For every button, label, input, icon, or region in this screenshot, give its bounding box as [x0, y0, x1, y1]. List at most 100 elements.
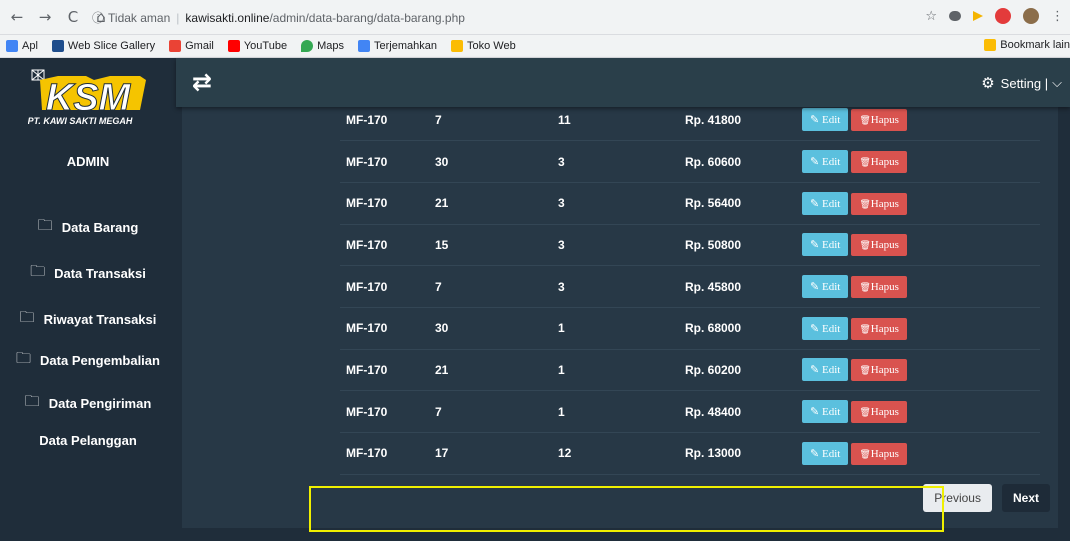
sidebar-item-label: Data Pengembalian — [40, 353, 160, 368]
edit-icon: ✎ — [810, 239, 820, 252]
trash-icon: 🗑 — [859, 115, 871, 126]
cell-value-b: 3 — [558, 140, 685, 183]
adblock-icon[interactable] — [995, 8, 1011, 24]
sidebar-item-data-pengiriman[interactable]: 🗀 Data Pengiriman — [0, 391, 176, 416]
cell-value-a: 30 — [435, 140, 558, 183]
delete-button[interactable]: 🗑Hapus — [851, 276, 907, 299]
security-label: Tidak aman — [108, 10, 171, 25]
bookmark-label: Bookmark lain — [1000, 39, 1070, 51]
delete-button[interactable]: 🗑Hapus — [851, 442, 907, 465]
logo-subtitle: PT. KAWI SAKTI MEGAH — [28, 116, 133, 126]
edit-button[interactable]: ✎ Edit — [802, 233, 849, 257]
edit-icon: ✎ — [810, 197, 820, 210]
delete-button[interactable]: 🗑Hapus — [851, 317, 907, 340]
delete-button[interactable]: 🗑Hapus — [851, 192, 907, 215]
cloud-extension-icon[interactable] — [949, 11, 961, 21]
sidebar-item-riwayat-transaksi[interactable]: 🗀 Riwayat Transaksi — [0, 307, 176, 332]
bookmark-apps[interactable]: Apl — [6, 40, 38, 52]
trash-icon: 🗑 — [859, 240, 871, 251]
logo-text: KSM — [46, 77, 132, 119]
edit-button[interactable]: ✎ Edit — [802, 316, 849, 340]
cell-value-a: 30 — [435, 307, 558, 350]
edit-label: Edit — [821, 364, 841, 377]
bookmark-youtube[interactable]: YouTube — [227, 40, 288, 52]
user-role: ADMIN — [66, 154, 110, 169]
delete-label: Hapus — [870, 156, 899, 169]
url-host: kawisakti.online — [185, 10, 270, 25]
apps-icon — [6, 40, 18, 52]
menu-icon[interactable]: ⋮ — [1051, 9, 1064, 24]
trash-icon: 🗑 — [859, 365, 871, 376]
bookmark-label: Web Slice Gallery — [67, 40, 156, 52]
cell-value-a: 7 — [435, 265, 558, 308]
next-button[interactable]: Next — [1001, 484, 1050, 512]
edit-icon: ✎ — [810, 322, 820, 335]
cell-price: Rp. 56400 — [685, 182, 802, 225]
back-icon[interactable]: ← — [6, 8, 28, 26]
bookmark-label: YouTube — [243, 40, 288, 52]
sidebar-item-data-pelanggan[interactable]: Data Pelanggan — [0, 433, 176, 448]
bookmark-web-slice[interactable]: Web Slice Gallery — [51, 40, 156, 52]
edit-button[interactable]: ✎ Edit — [802, 108, 849, 132]
edit-icon: ✎ — [810, 447, 820, 460]
edit-label: Edit — [821, 281, 841, 294]
trash-icon: 🗑 — [859, 157, 871, 168]
delete-label: Hapus — [870, 322, 899, 335]
bookmark-label: Gmail — [185, 40, 214, 52]
bookmark-label: Apl — [22, 40, 38, 52]
table-row: MF-170 30 1 Rp. 68000 ✎ Edit 🗑Hapus — [340, 307, 1040, 350]
edit-button[interactable]: ✎ Edit — [802, 275, 849, 299]
sidebar-item-data-transaksi[interactable]: 🗀 Data Transaksi — [0, 261, 176, 286]
delete-button[interactable]: 🗑Hapus — [851, 151, 907, 174]
star-icon[interactable]: ☆ — [925, 9, 937, 24]
cell-value-b: 3 — [558, 224, 685, 267]
setting-dropdown[interactable]: ⚙ Setting | ⌵ — [981, 74, 1062, 92]
folder-icon: 🗀 — [37, 216, 53, 234]
profile-avatar-icon[interactable] — [1023, 8, 1039, 24]
cell-value-b: 1 — [558, 307, 685, 350]
web-store-icon — [450, 40, 463, 52]
sidebar-item-label: Data Transaksi — [54, 266, 146, 281]
bookmark-maps[interactable]: Maps — [301, 40, 344, 52]
company-logo: KSM PT. KAWI SAKTI MEGAH — [28, 69, 146, 126]
edit-button[interactable]: ✎ Edit — [802, 358, 849, 382]
delete-button[interactable]: 🗑Hapus — [851, 234, 907, 257]
bookmark-web-store[interactable]: Toko Web — [450, 40, 516, 52]
edit-button[interactable]: ✎ Edit — [802, 191, 849, 215]
trash-icon: 🗑 — [859, 323, 871, 334]
setting-label: Setting | — [1000, 75, 1049, 91]
sidebar-item-data-pengembalian[interactable]: 🗀 Data Pengembalian — [0, 348, 176, 373]
delete-button[interactable]: 🗑Hapus — [851, 109, 907, 132]
bookmark-translate[interactable]: Terjemahkan — [358, 40, 437, 52]
edit-button[interactable]: ✎ Edit — [802, 150, 849, 174]
forward-icon[interactable]: → — [34, 8, 56, 26]
trash-icon: 🗑 — [859, 448, 871, 459]
reload-icon[interactable]: C — [62, 8, 84, 26]
address-bar[interactable]: ⓘ Tidak aman | kawisakti.online /admin/d… — [92, 6, 932, 29]
gmail-icon — [169, 40, 182, 52]
info-icon[interactable]: ⓘ — [92, 9, 104, 26]
app-root: KSM PT. KAWI SAKTI MEGAH ADMIN 🗀 Data Ba… — [0, 58, 1070, 541]
cell-value-b: 3 — [558, 182, 685, 225]
play-extension-icon[interactable] — [973, 11, 983, 21]
cell-price: Rp. 60600 — [685, 140, 802, 183]
sidebar-item-data-barang[interactable]: 🗀 Data Barang — [0, 215, 176, 240]
cell-actions: ✎ Edit 🗑Hapus — [802, 390, 1040, 433]
cell-code: MF-170 — [340, 432, 435, 475]
delete-button[interactable]: 🗑Hapus — [851, 359, 907, 382]
folder-icon: 🗀 — [24, 392, 40, 410]
cell-actions: ✎ Edit 🗑Hapus — [802, 349, 1040, 392]
bookmark-gmail[interactable]: Gmail — [169, 40, 214, 52]
edit-label: Edit — [821, 322, 841, 335]
edit-label: Edit — [821, 447, 841, 460]
delete-button[interactable]: 🗑Hapus — [851, 401, 907, 424]
cell-actions: ✎ Edit 🗑Hapus — [802, 182, 1040, 225]
edit-button[interactable]: ✎ Edit — [802, 441, 849, 465]
cell-value-a: 7 — [435, 390, 558, 433]
sidebar-toggle-icon[interactable]: ⇄ — [192, 68, 212, 96]
trash-icon: 🗑 — [859, 282, 871, 293]
maps-icon — [301, 40, 314, 52]
delete-label: Hapus — [870, 281, 899, 294]
edit-button[interactable]: ✎ Edit — [802, 400, 849, 424]
bookmark-other[interactable]: Bookmark lain — [984, 39, 1070, 51]
